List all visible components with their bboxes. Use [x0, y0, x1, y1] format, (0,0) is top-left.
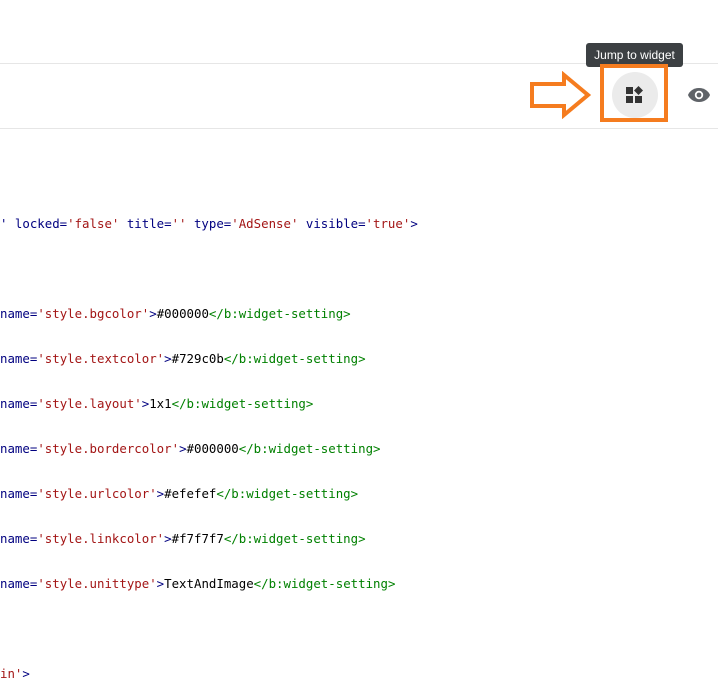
code-line-setting: name='style.bordercolor'>#000000</b:widg… [0, 441, 381, 456]
code-editor[interactable]: ' locked='false' title='' type='AdSense'… [0, 186, 418, 696]
code-line-widget-open: ' locked='false' title='' type='AdSense'… [0, 216, 418, 231]
preview-button[interactable] [682, 79, 716, 111]
widgets-icon [626, 86, 643, 103]
eye-icon [688, 88, 710, 102]
code-line-setting: name='style.urlcolor'>#efefef</b:widget-… [0, 486, 359, 501]
code-line-setting: name='style.unittype'>TextAndImage</b:wi… [0, 576, 396, 591]
orange-arrow-icon [530, 71, 592, 119]
code-line-last: in'> [0, 666, 30, 681]
code-line-setting: name='style.layout'>1x1</b:widget-settin… [0, 396, 314, 411]
code-line-setting: name='style.textcolor'>#729c0b</b:widget… [0, 351, 366, 366]
toolbar-bottom-divider [0, 128, 718, 129]
jump-to-widget-button[interactable] [612, 72, 658, 118]
code-line-setting: name='style.bgcolor'>#000000</b:widget-s… [0, 306, 351, 321]
code-line-setting: name='style.linkcolor'>#f7f7f7</b:widget… [0, 531, 366, 546]
